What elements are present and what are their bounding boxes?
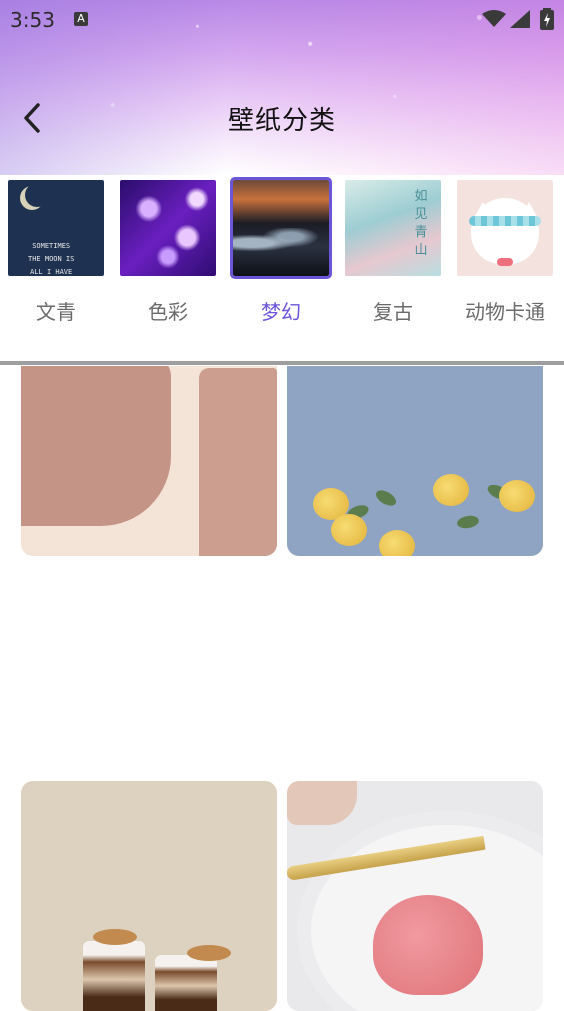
wallpaper-card-beige-abstract[interactable] — [21, 366, 277, 556]
wallpaper-card-heart-cake[interactable] — [287, 781, 543, 1011]
cup-icon — [83, 941, 145, 1011]
rose-icon — [499, 480, 535, 512]
cup-icon — [155, 955, 217, 1011]
status-time: 3:53 — [10, 8, 55, 32]
rose-icon — [379, 530, 415, 556]
category-thumb-menghuan — [230, 177, 332, 279]
divider — [0, 361, 564, 365]
cat-face-icon — [471, 198, 539, 264]
cookie-icon — [93, 929, 137, 945]
status-bar: 3:53 A — [0, 0, 564, 40]
category-label: 动物卡通 — [465, 300, 545, 324]
rose-icon — [331, 514, 367, 546]
battery-charging-icon — [540, 8, 554, 30]
category-strip[interactable]: SOMETIMES THE MOON IS ALL I HAVE 文青 色彩 梦… — [0, 177, 564, 328]
category-thumb-secai — [120, 180, 216, 276]
cookie-icon — [187, 945, 231, 961]
category-label: 文青 — [36, 300, 76, 324]
category-item-secai[interactable]: 色彩 — [118, 178, 218, 325]
category-item-fugu[interactable]: 如 见 青 山 复古 — [343, 178, 443, 325]
bow-icon — [497, 258, 513, 266]
page-title: 壁纸分类 — [227, 106, 336, 136]
moon-icon — [20, 183, 49, 210]
wallpaper-card-yellow-roses[interactable] — [287, 366, 543, 556]
category-label: 色彩 — [148, 300, 188, 324]
category-thumb-wenqing: SOMETIMES THE MOON IS ALL I HAVE — [8, 180, 104, 276]
thumb-calligraphy: 如 见 青 山 — [414, 189, 428, 258]
category-label: 梦幻 — [261, 300, 301, 324]
rose-icon — [433, 474, 469, 506]
category-item-menghuan[interactable]: 梦幻 — [230, 177, 332, 325]
notification-a-icon: A — [74, 12, 88, 26]
wifi-icon — [482, 10, 506, 27]
wallpaper-card-coffee[interactable] — [21, 781, 277, 1011]
category-item-dongwukatong[interactable]: 动物卡通 — [455, 178, 555, 325]
signal-icon — [510, 10, 530, 28]
category-thumb-dongwukatong — [457, 180, 553, 276]
category-thumb-fugu: 如 见 青 山 — [345, 180, 441, 276]
flower-crown-icon — [469, 216, 541, 226]
thumb-quote: SOMETIMES THE MOON IS ALL I HAVE — [28, 242, 75, 276]
category-item-wenqing[interactable]: SOMETIMES THE MOON IS ALL I HAVE 文青 — [6, 178, 106, 325]
heart-cake-icon — [373, 895, 483, 995]
category-label: 复古 — [373, 300, 413, 324]
